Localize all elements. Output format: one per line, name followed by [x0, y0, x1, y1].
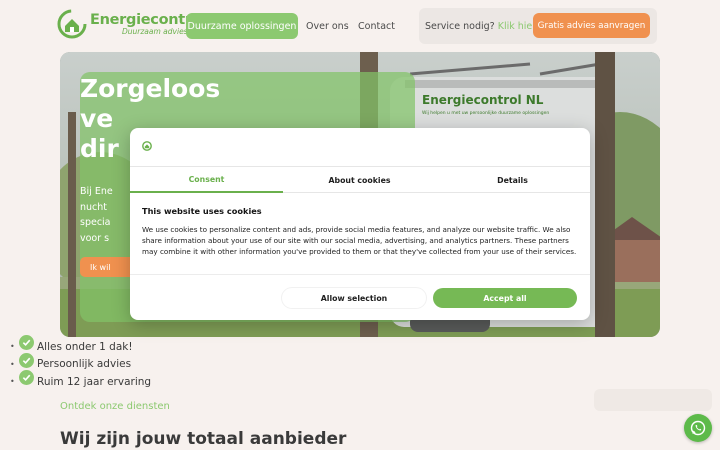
nav-contact[interactable]: Contact [358, 13, 395, 39]
van-brand-text: Energiecontrol NL [422, 93, 544, 107]
van-slogan-text: Wij helpen u met uw persoonlijke duurzam… [422, 110, 549, 116]
cookie-dialog-body: We use cookies to personalize content an… [142, 225, 577, 256]
tab-about-cookies[interactable]: About cookies [283, 167, 436, 193]
usp-item: • Alles onder 1 dak! [10, 335, 151, 356]
check-icon [19, 335, 34, 351]
bullet-icon: • [10, 377, 15, 387]
usp-item: • Ruim 12 jaar ervaring [10, 370, 152, 391]
usp-label: Persoonlijk advies [37, 358, 132, 371]
check-icon [19, 370, 34, 386]
cookiebot-logo-icon [142, 141, 152, 151]
site-logo[interactable]: Energiecontrol Duurzaam advies [57, 9, 206, 39]
usp-list: • Alles onder 1 dak! • Persoonlijk advie… [10, 335, 152, 391]
section-title: Wij zijn jouw totaal aanbieder [60, 429, 347, 449]
nav-over-ons[interactable]: Over ons [306, 13, 349, 39]
logo-house-icon [57, 9, 87, 39]
allow-selection-button[interactable]: Allow selection [282, 288, 426, 308]
free-advice-button[interactable]: Gratis advies aanvragen [533, 13, 650, 38]
divider [130, 274, 590, 275]
whatsapp-button[interactable] [684, 414, 712, 442]
cookie-tabs: Consent About cookies Details [130, 166, 590, 193]
cookie-dialog-title: This website uses cookies [142, 206, 262, 216]
bullet-icon: • [10, 342, 15, 352]
hero-title-line: Zorgeloos [80, 74, 221, 103]
service-link[interactable]: Klik hier [498, 21, 536, 32]
usp-label: Alles onder 1 dak! [37, 340, 133, 353]
nav-duurzame-oplossingen[interactable]: Duurzame oplossingen [186, 13, 298, 39]
bullet-icon: • [10, 359, 15, 369]
site-header: Energiecontrol Duurzaam advies Duurzame … [0, 0, 720, 50]
usp-item: • Persoonlijk advies [10, 352, 151, 374]
whatsapp-icon [690, 420, 706, 436]
services-link[interactable]: Ontdek onze diensten [60, 401, 170, 412]
chat-tooltip [594, 389, 712, 411]
service-text: Service nodig? [425, 20, 495, 32]
check-icon [19, 352, 34, 368]
usp-label: Ruim 12 jaar ervaring [37, 375, 152, 388]
cookie-consent-dialog: Consent About cookies Details This websi… [130, 128, 590, 320]
tab-consent[interactable]: Consent [130, 167, 283, 193]
tab-details[interactable]: Details [436, 167, 589, 193]
accept-all-button[interactable]: Accept all [433, 288, 577, 308]
